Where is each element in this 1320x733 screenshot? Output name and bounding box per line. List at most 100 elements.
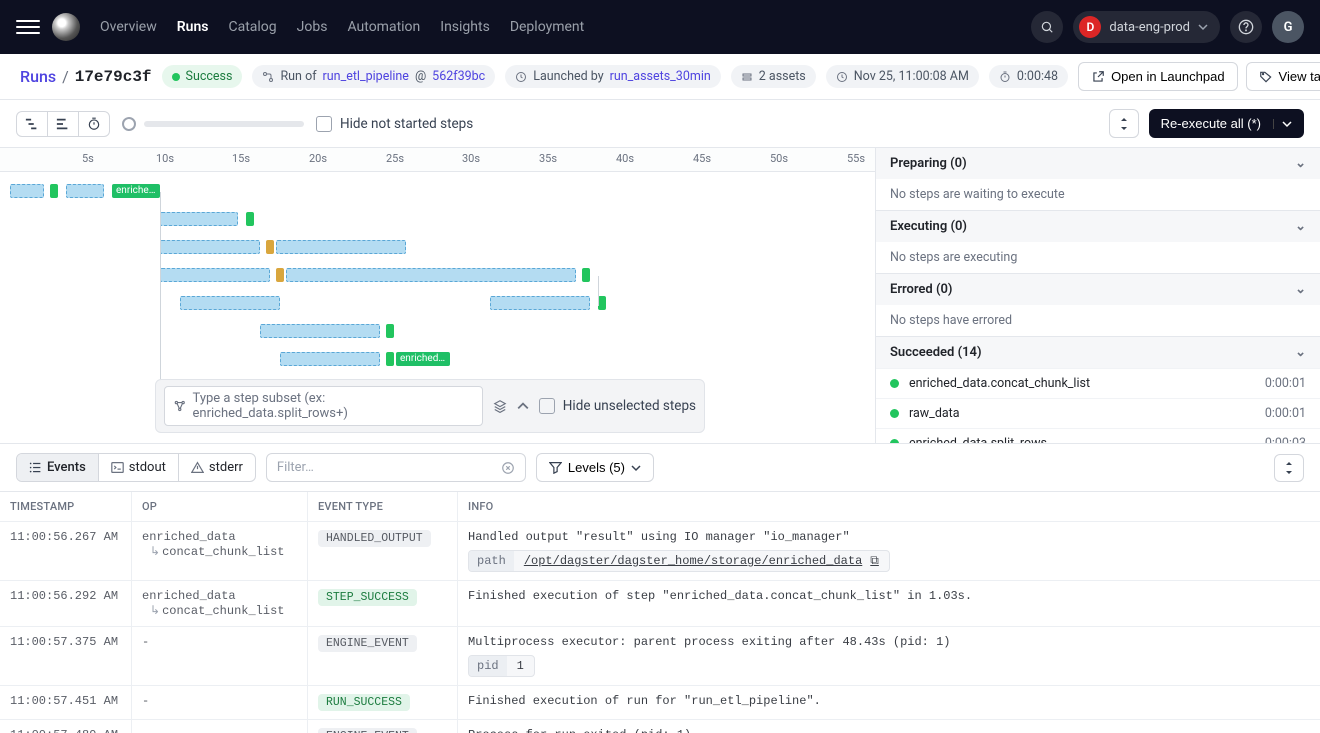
- gantt-bar[interactable]: [160, 268, 270, 282]
- nav-jobs[interactable]: Jobs: [297, 19, 328, 35]
- log-row[interactable]: 11:00:56.267 AM enriched_data concat_chu…: [0, 522, 1320, 581]
- waterfall-view-button[interactable]: [17, 112, 48, 136]
- gantt-marker[interactable]: [598, 296, 606, 310]
- job-icon: [262, 71, 274, 83]
- chevron-up-icon[interactable]: [517, 400, 529, 412]
- log-row[interactable]: 11:00:56.292 AM enriched_data concat_chu…: [0, 581, 1320, 627]
- log-toolbar: Events stdout stderr Filter… Levels (5): [0, 444, 1320, 492]
- levels-dropdown[interactable]: Levels (5): [536, 453, 654, 482]
- gantt-bar-labeled[interactable]: enriche…: [112, 184, 160, 198]
- tab-events[interactable]: Events: [17, 454, 99, 481]
- clear-filter-icon[interactable]: [501, 461, 515, 475]
- run-of-pill[interactable]: Run of run_etl_pipeline @ 562f39bc: [252, 65, 495, 88]
- kv-pid-pill[interactable]: pid 1: [468, 655, 535, 677]
- log-event-type: ENGINE_EVENT: [308, 627, 458, 685]
- help-button[interactable]: [1230, 11, 1262, 43]
- nav-deployment[interactable]: Deployment: [510, 19, 584, 35]
- gantt-bar[interactable]: [160, 212, 238, 226]
- gantt-marker[interactable]: [386, 324, 394, 338]
- run-id: 17e79c3f: [75, 68, 152, 86]
- nav-runs[interactable]: Runs: [177, 19, 209, 35]
- gantt-bar[interactable]: [280, 352, 380, 366]
- hide-not-started-checkbox[interactable]: Hide not started steps: [316, 116, 473, 132]
- reexecute-dropdown[interactable]: [1273, 119, 1292, 129]
- tab-stderr[interactable]: stderr: [179, 454, 255, 481]
- executing-body: No steps are executing: [876, 242, 1320, 273]
- checkbox-box[interactable]: [316, 116, 332, 132]
- gantt-bar[interactable]: [66, 184, 104, 198]
- nav-insights[interactable]: Insights: [440, 19, 490, 35]
- stopwatch-icon: [87, 117, 101, 131]
- hide-unselected-checkbox[interactable]: Hide unselected steps: [539, 398, 696, 414]
- launched-by-pill[interactable]: Launched by run_assets_30min: [505, 65, 721, 88]
- workspace-selector[interactable]: D data-eng-prod: [1073, 11, 1220, 43]
- gantt-marker[interactable]: [582, 268, 590, 282]
- gantt-bar[interactable]: [180, 296, 280, 310]
- duration-pill: 0:00:48: [989, 65, 1068, 88]
- log-timestamp: 11:00:56.292 AM: [0, 581, 132, 626]
- log-filter-input[interactable]: Filter…: [266, 453, 526, 482]
- log-row[interactable]: 11:00:57.451 AM - RUN_SUCCESS Finished e…: [0, 686, 1320, 720]
- gantt-marker[interactable]: [266, 240, 274, 254]
- expand-vert-icon: [1283, 461, 1295, 475]
- clock-icon: [836, 71, 848, 83]
- expand-collapse-button[interactable]: [1109, 109, 1139, 138]
- slider-track[interactable]: [144, 121, 304, 127]
- log-row[interactable]: 11:00:57.489 AM - ENGINE_EVENT Process f…: [0, 720, 1320, 733]
- succeeded-header[interactable]: Succeeded (14)⌄: [876, 337, 1320, 368]
- launched-by-link[interactable]: run_assets_30min: [610, 69, 711, 84]
- nav-catalog[interactable]: Catalog: [228, 19, 276, 35]
- errored-title: Errored (0): [890, 282, 952, 297]
- nav-overview[interactable]: Overview: [100, 19, 157, 35]
- gantt-bar[interactable]: [160, 240, 260, 254]
- commit-link[interactable]: 562f39bc: [432, 69, 485, 84]
- gantt-bar[interactable]: [260, 324, 380, 338]
- copy-icon[interactable]: ⧉: [870, 554, 879, 568]
- gantt-bar[interactable]: [10, 184, 44, 198]
- gantt-bar[interactable]: [286, 268, 576, 282]
- assets-pill[interactable]: 2 assets: [731, 65, 816, 88]
- time-view-button[interactable]: [79, 112, 109, 136]
- zoom-slider[interactable]: [122, 117, 304, 131]
- runs-link[interactable]: Runs: [20, 67, 56, 86]
- open-launchpad-button[interactable]: Open in Launchpad: [1078, 62, 1237, 91]
- gantt-bar[interactable]: [490, 296, 590, 310]
- gantt-bar[interactable]: [276, 240, 406, 254]
- layers-icon[interactable]: [493, 399, 507, 413]
- executing-header[interactable]: Executing (0)⌄: [876, 211, 1320, 242]
- gantt-marker[interactable]: [246, 212, 254, 226]
- slider-knob[interactable]: [122, 117, 136, 131]
- log-row[interactable]: 11:00:57.375 AM - ENGINE_EVENT Multiproc…: [0, 627, 1320, 686]
- list-icon: [29, 461, 42, 474]
- checkbox-box[interactable]: [539, 398, 555, 414]
- hamburger-icon[interactable]: [16, 15, 40, 39]
- errored-header[interactable]: Errored (0) ⌄: [876, 274, 1320, 305]
- flat-view-button[interactable]: [48, 112, 79, 136]
- user-avatar[interactable]: G: [1272, 11, 1304, 43]
- tag-icon: [1259, 70, 1273, 84]
- search-button[interactable]: [1031, 11, 1063, 43]
- gantt-marker[interactable]: [386, 352, 394, 366]
- step-subset-input[interactable]: Type a step subset (ex: enriched_data.sp…: [164, 386, 483, 426]
- gantt-marker[interactable]: [276, 268, 284, 282]
- dagster-logo[interactable]: [52, 13, 80, 41]
- succeeded-item[interactable]: enriched_data.concat_chunk_list0:00:01: [876, 368, 1320, 398]
- nav-automation[interactable]: Automation: [347, 19, 420, 35]
- tab-stdout[interactable]: stdout: [99, 454, 179, 481]
- chevron-down-icon: ⌄: [1295, 282, 1306, 297]
- gantt-marker[interactable]: [50, 184, 58, 198]
- at-text: @: [415, 69, 426, 84]
- gantt-bar-labeled[interactable]: enriched…: [396, 352, 450, 366]
- pipeline-link[interactable]: run_etl_pipeline: [323, 69, 409, 84]
- reexecute-button[interactable]: Re-execute all (*): [1149, 109, 1304, 138]
- main-area: 5s 10s 15s 20s 25s 30s 35s 40s 45s 50s 5…: [0, 148, 1320, 443]
- kv-value[interactable]: /opt/dagster/dagster_home/storage/enrich…: [514, 551, 889, 571]
- hide-unselected-label: Hide unselected steps: [563, 398, 696, 414]
- gantt-chart[interactable]: 5s 10s 15s 20s 25s 30s 35s 40s 45s 50s 5…: [0, 148, 875, 443]
- preparing-header[interactable]: Preparing (0)⌄: [876, 148, 1320, 179]
- succeeded-item[interactable]: raw_data0:00:01: [876, 398, 1320, 428]
- view-tags-button[interactable]: View tags and config: [1246, 62, 1320, 91]
- kv-path-pill[interactable]: path /opt/dagster/dagster_home/storage/e…: [468, 550, 890, 572]
- succeeded-item[interactable]: enriched_data.split_rows0:00:03: [876, 428, 1320, 443]
- expand-log-button[interactable]: [1274, 454, 1304, 482]
